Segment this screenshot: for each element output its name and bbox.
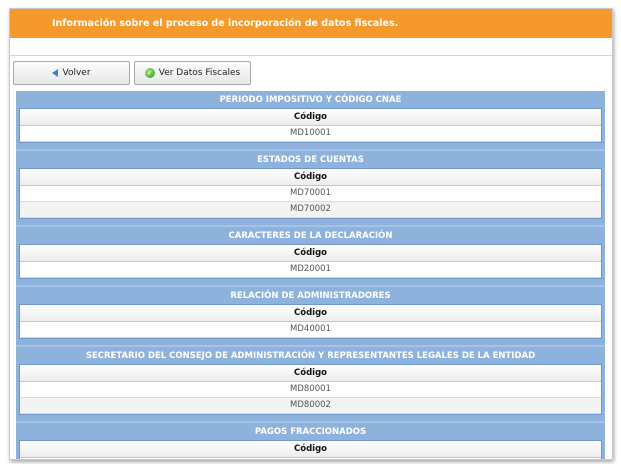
- column-header-codigo: Código: [20, 109, 601, 126]
- table-row: PF00001: [20, 458, 601, 459]
- column-header-codigo: Código: [20, 245, 601, 262]
- app-window: Información sobre el proceso de incorpor…: [9, 8, 613, 460]
- table-row: MD10001: [20, 126, 601, 142]
- toolbar: Volver ✓ Ver Datos Fiscales: [10, 56, 612, 90]
- check-circle-icon: ✓: [144, 68, 155, 78]
- codes-table: Código MD10001: [19, 108, 602, 143]
- section-title: SECRETARIO DEL CONSEJO DE ADMINISTRACIÓN…: [85, 351, 536, 361]
- section: ESTADOS DE CUENTAS Código MD70001 MD70002: [16, 151, 605, 227]
- section: PERIODO IMPOSITIVO Y CÓDIGO CNAE Código MD…: [16, 91, 605, 151]
- back-button-label: Volver: [62, 68, 91, 78]
- banner-spacer: [10, 38, 612, 56]
- back-button[interactable]: Volver: [13, 61, 130, 85]
- section-title: CARACTERES DE LA DECLARACIÓN: [228, 231, 393, 241]
- section: SECRETARIO DEL CONSEJO DE ADMINISTRACIÓN…: [16, 347, 605, 423]
- section-title: ESTADOS DE CUENTAS: [257, 155, 364, 165]
- view-fiscal-data-label: Ver Datos Fiscales: [158, 68, 241, 78]
- codes-table: Código MD20001: [19, 244, 602, 279]
- column-header-codigo: Código: [20, 441, 601, 458]
- sections-panel: PERIODO IMPOSITIVO Y CÓDIGO CNAE Código MD…: [16, 91, 605, 459]
- codes-table: Código MD40001: [19, 304, 602, 339]
- section-title: PERIODO IMPOSITIVO Y CÓDIGO CNAE: [219, 95, 402, 105]
- table-row: MD70002: [20, 202, 601, 218]
- codes-table: Código MD80001 MD80002: [19, 364, 602, 415]
- column-header-codigo: Código: [20, 169, 601, 186]
- section-title: RELACIÓN DE ADMINISTRADORES: [230, 291, 391, 301]
- banner-title: Información sobre el proceso de incorpor…: [52, 18, 399, 29]
- table-row: MD40001: [20, 322, 601, 338]
- column-header-codigo: Código: [20, 305, 601, 322]
- section: RELACIÓN DE ADMINISTRADORES Código MD40001: [16, 287, 605, 347]
- codes-table: CódigoPF00001: [19, 440, 602, 459]
- section: CARACTERES DE LA DECLARACIÓN Código MD2000…: [16, 227, 605, 287]
- codes-table: Código MD70001 MD70002: [19, 168, 602, 219]
- table-row: MD80001: [20, 382, 601, 398]
- table-row: MD80002: [20, 398, 601, 414]
- back-arrow-icon: [52, 69, 59, 77]
- view-fiscal-data-button[interactable]: ✓ Ver Datos Fiscales: [134, 61, 251, 85]
- table-row: MD70001: [20, 186, 601, 202]
- table-row: MD20001: [20, 262, 601, 278]
- info-banner: Información sobre el proceso de incorpor…: [10, 9, 612, 38]
- section-title: PAGOS FRACCIONADOS: [254, 427, 367, 437]
- section: PAGOS FRACCIONADOS CódigoPF00001: [16, 423, 605, 459]
- column-header-codigo: Código: [20, 365, 601, 382]
